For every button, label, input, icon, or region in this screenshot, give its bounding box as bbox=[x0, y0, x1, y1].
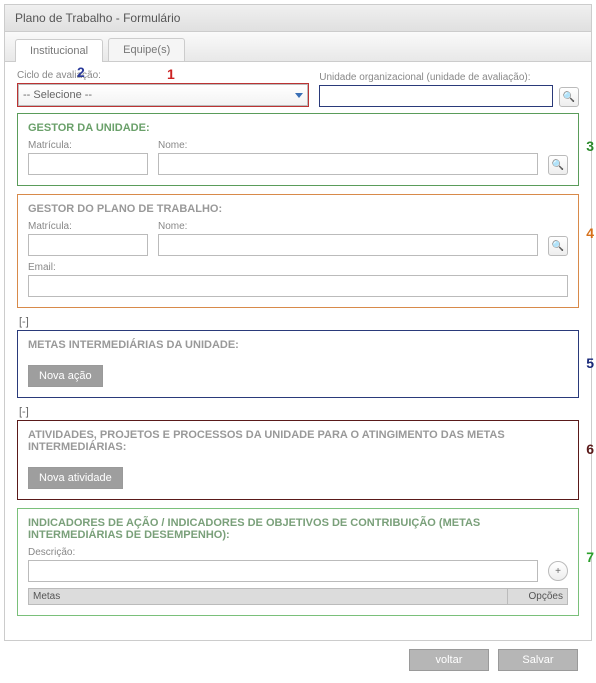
collapse-toggle-metas[interactable]: [-] bbox=[19, 316, 579, 328]
gestor-plano-title: GESTOR DO PLANO DE TRABALHO: bbox=[28, 203, 568, 221]
collapse-toggle-atividades[interactable]: [-] bbox=[19, 406, 579, 418]
metas-box: 5 METAS INTERMEDIÁRIAS DA UNIDADE: Nova … bbox=[17, 330, 579, 398]
salvar-button[interactable]: Salvar bbox=[498, 649, 578, 671]
indicadores-box: 7 INDICADORES DE AÇÃO / INDICADORES DE O… bbox=[17, 508, 579, 616]
metas-title: METAS INTERMEDIÁRIAS DA UNIDADE: bbox=[28, 339, 568, 357]
gu-matricula-label: Matrícula: bbox=[28, 140, 148, 151]
work-plan-form: Plano de Trabalho - Formulário Instituci… bbox=[4, 4, 592, 641]
indicadores-table-header: Metas Opções bbox=[28, 588, 568, 605]
hdr-opcoes: Opções bbox=[507, 589, 567, 604]
hdr-metas: Metas bbox=[29, 589, 507, 604]
footer-buttons: voltar Salvar bbox=[0, 645, 596, 683]
gu-nome-input[interactable] bbox=[158, 153, 538, 175]
gestor-unidade-title: GESTOR DA UNIDADE: bbox=[28, 122, 568, 140]
gu-nome-label: Nome: bbox=[158, 140, 538, 151]
annotation-5: 5 bbox=[586, 355, 594, 371]
annotation-6: 6 bbox=[586, 441, 594, 457]
ciclo-selected-value: -- Selecione -- bbox=[23, 89, 92, 101]
atividades-title: ATIVIDADES, PROJETOS E PROCESSOS DA UNID… bbox=[28, 429, 568, 459]
annotation-7: 7 bbox=[586, 549, 594, 565]
search-icon: 🔍 bbox=[552, 241, 564, 252]
unidade-input[interactable] bbox=[320, 86, 552, 106]
gp-email-label: Email: bbox=[28, 262, 568, 273]
tab-bar: Institucional Equipe(s) bbox=[5, 32, 591, 62]
tab-institucional[interactable]: Institucional bbox=[15, 39, 103, 62]
plus-icon: + bbox=[555, 566, 561, 577]
ciclo-select[interactable]: -- Selecione -- bbox=[18, 84, 308, 106]
gestor-plano-box: 4 GESTOR DO PLANO DE TRABALHO: Matrícula… bbox=[17, 194, 579, 308]
gp-matricula-label: Matrícula: bbox=[28, 221, 148, 232]
unidade-label: Unidade organizacional (unidade de avali… bbox=[319, 72, 553, 83]
ciclo-label: Ciclo de avaliação: bbox=[17, 70, 309, 81]
gu-search-button[interactable]: 🔍 bbox=[548, 155, 568, 175]
search-icon: 🔍 bbox=[552, 160, 564, 171]
indicadores-title: INDICADORES DE AÇÃO / INDICADORES DE OBJ… bbox=[28, 517, 568, 547]
unidade-search-button[interactable]: 🔍 bbox=[559, 87, 579, 107]
form-content: 1 Ciclo de avaliação: -- Selecione -- 2 … bbox=[5, 62, 591, 640]
nova-atividade-button[interactable]: Nova atividade bbox=[28, 467, 123, 489]
gp-email-input[interactable] bbox=[28, 275, 568, 297]
annotation-4: 4 bbox=[586, 225, 594, 241]
gp-matricula-input[interactable] bbox=[28, 234, 148, 256]
gp-search-button[interactable]: 🔍 bbox=[548, 236, 568, 256]
add-indicator-button[interactable]: + bbox=[548, 561, 568, 581]
nova-acao-button[interactable]: Nova ação bbox=[28, 365, 103, 387]
gp-nome-input[interactable] bbox=[158, 234, 538, 256]
window-title: Plano de Trabalho - Formulário bbox=[5, 5, 591, 32]
descricao-label: Descrição: bbox=[28, 547, 568, 558]
search-icon: 🔍 bbox=[563, 92, 575, 103]
gp-nome-label: Nome: bbox=[158, 221, 538, 232]
tab-equipes[interactable]: Equipe(s) bbox=[108, 38, 185, 61]
gestor-unidade-box: 3 GESTOR DA UNIDADE: Matrícula: Nome: 🔍 bbox=[17, 113, 579, 186]
annotation-3: 3 bbox=[586, 138, 594, 154]
descricao-input[interactable] bbox=[28, 560, 538, 582]
chevron-down-icon bbox=[295, 93, 303, 98]
gu-matricula-input[interactable] bbox=[28, 153, 148, 175]
voltar-button[interactable]: voltar bbox=[409, 649, 489, 671]
atividades-box: 6 ATIVIDADES, PROJETOS E PROCESSOS DA UN… bbox=[17, 420, 579, 500]
